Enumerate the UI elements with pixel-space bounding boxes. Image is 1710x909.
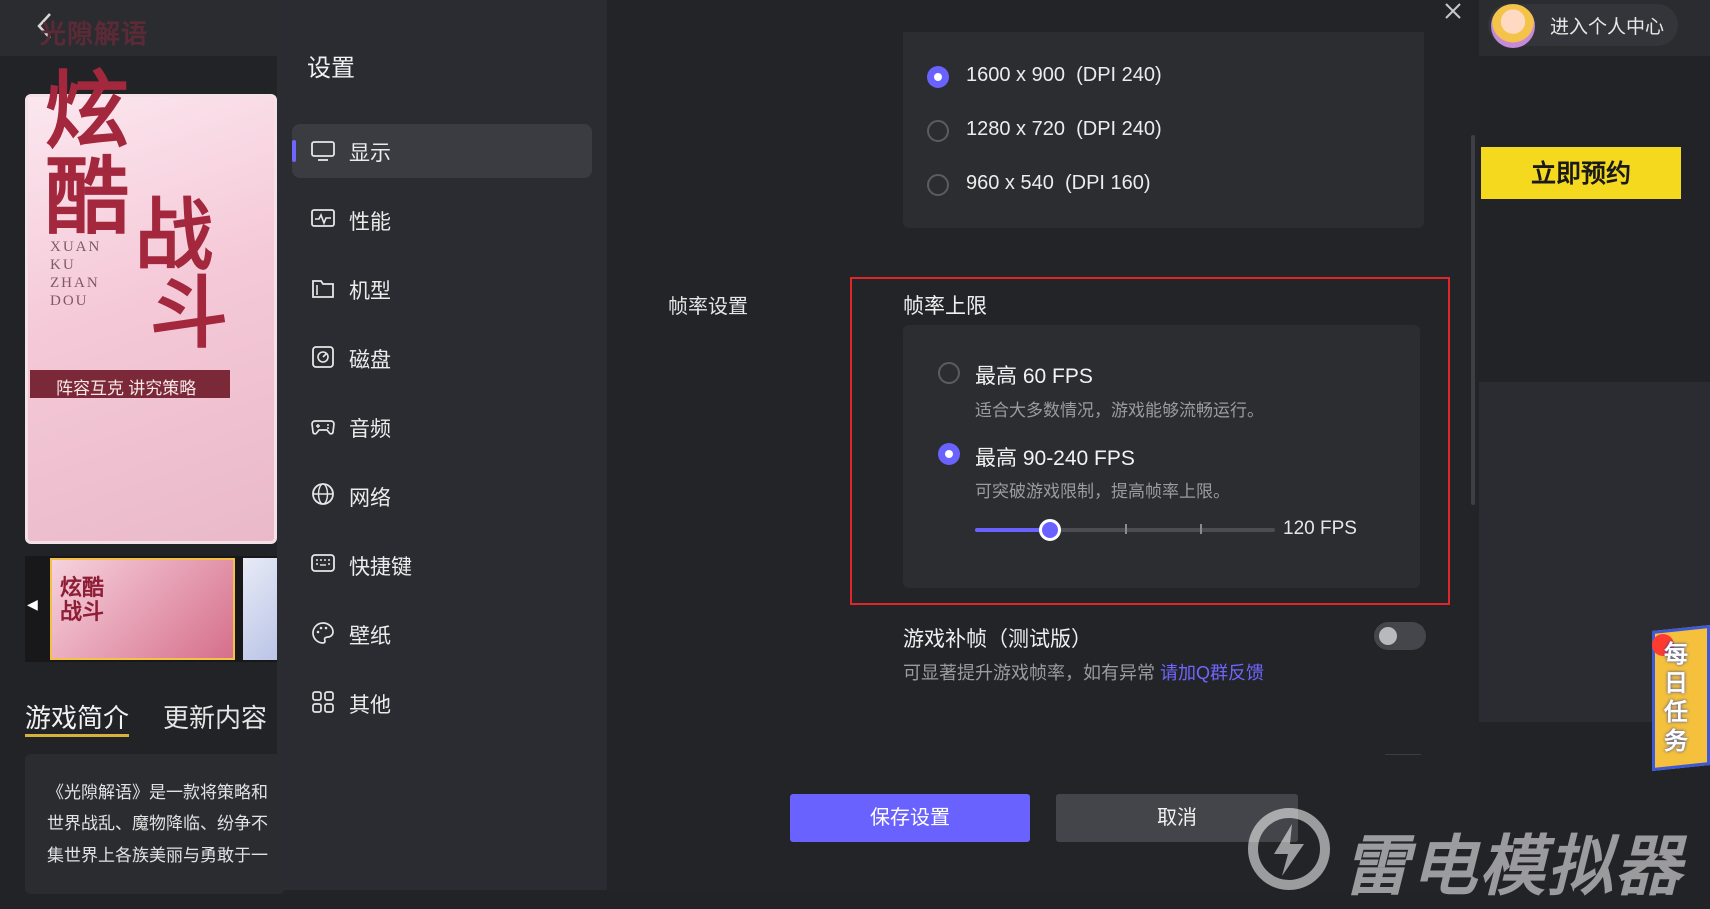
profile-entry-label[interactable]: 进入个人中心: [1550, 12, 1664, 39]
resolution-option-label[interactable]: 1600 x 900 (DPI 240): [966, 64, 1162, 87]
intro-line: 世界战乱、魔物降临、纷争不: [47, 814, 268, 833]
feedback-group-link[interactable]: 请加Q群反馈: [1160, 663, 1264, 683]
scrollbar[interactable]: [1471, 135, 1475, 505]
poster-title-char: 酷: [45, 152, 130, 245]
nav-item-label[interactable]: 机型: [349, 275, 391, 305]
device-model-icon: [312, 280, 334, 298]
poster-slogan: 阵容互克 讲究策略: [56, 379, 197, 398]
framerate-section-label: 帧率设置: [668, 296, 748, 318]
nav-item-display[interactable]: [292, 124, 592, 178]
frame-interpolation-title: 游戏补帧（测试版）: [903, 628, 1092, 651]
frame-interpolation-desc: 可显著提升游戏帧率，如有异常 请加Q群反馈: [903, 659, 1264, 685]
disk-icon: [312, 346, 334, 368]
keyboard-icon: [311, 554, 335, 572]
poster-title-char: 斗: [150, 270, 229, 357]
watermark-text: 雷电模拟器: [1343, 829, 1683, 903]
close-dialog-button[interactable]: [1438, 0, 1468, 30]
nav-item-label[interactable]: 性能: [349, 206, 391, 236]
nav-item-label[interactable]: 快捷键: [349, 551, 412, 581]
resolution-radio-960[interactable]: [927, 174, 949, 196]
nav-item-label[interactable]: 其他: [349, 689, 391, 719]
tab-game-intro[interactable]: 游戏简介: [25, 698, 129, 735]
resolution-radio-1280[interactable]: [927, 120, 949, 142]
avatar[interactable]: [1491, 4, 1535, 48]
resolution-radio-1600[interactable]: [927, 66, 949, 88]
intro-line: 《光隙解语》是一款将策略和: [47, 783, 268, 802]
daily-task-label[interactable]: 每 日 任 务: [1664, 640, 1700, 756]
poster-logo: 光隙解语: [40, 20, 149, 49]
grid-icon: [312, 691, 334, 713]
nav-item-label[interactable]: 音频: [349, 413, 391, 443]
nav-item-label[interactable]: 磁盘: [349, 344, 391, 374]
thumb-prev-arrow-icon[interactable]: ◀: [27, 596, 38, 613]
gamepad-icon: [311, 420, 335, 435]
poster-title-char: 战: [135, 192, 214, 279]
nav-item-label[interactable]: 壁纸: [349, 620, 391, 650]
tab-update-content[interactable]: 更新内容: [163, 698, 267, 735]
reserve-button[interactable]: 立即预约: [1481, 147, 1681, 199]
frame-interpolation-desc-text: 可显著提升游戏帧率，如有异常: [903, 663, 1155, 683]
resolution-option-label[interactable]: 960 x 540 (DPI 160): [966, 172, 1151, 195]
poster-pinyin: XUAN KU ZHAN DOU: [50, 239, 102, 309]
poster-title-char: 炫: [45, 66, 130, 159]
close-icon: [1445, 3, 1461, 19]
palette-icon: [312, 622, 334, 644]
highlight-outline: [850, 277, 1450, 605]
nav-active-indicator: [292, 140, 296, 162]
thumbnail-caption: 炫酷 战斗: [60, 575, 105, 624]
toggle-knob: [1379, 627, 1397, 645]
globe-icon: [312, 483, 334, 505]
intro-line: 集世界上各族美丽与勇敢于一: [47, 846, 268, 865]
monitor-icon: [311, 141, 335, 161]
active-tab-underline: [25, 734, 129, 737]
divider: [1385, 754, 1421, 755]
nav-item-label[interactable]: 显示: [349, 137, 391, 167]
nav-item-label[interactable]: 网络: [349, 482, 391, 512]
lightning-logo-icon: [1248, 808, 1330, 890]
save-settings-button[interactable]: 保存设置: [790, 794, 1030, 842]
resolution-option-label[interactable]: 1280 x 720 (DPI 240): [966, 118, 1162, 141]
settings-title: 设置: [307, 55, 355, 82]
performance-icon: [311, 209, 335, 227]
